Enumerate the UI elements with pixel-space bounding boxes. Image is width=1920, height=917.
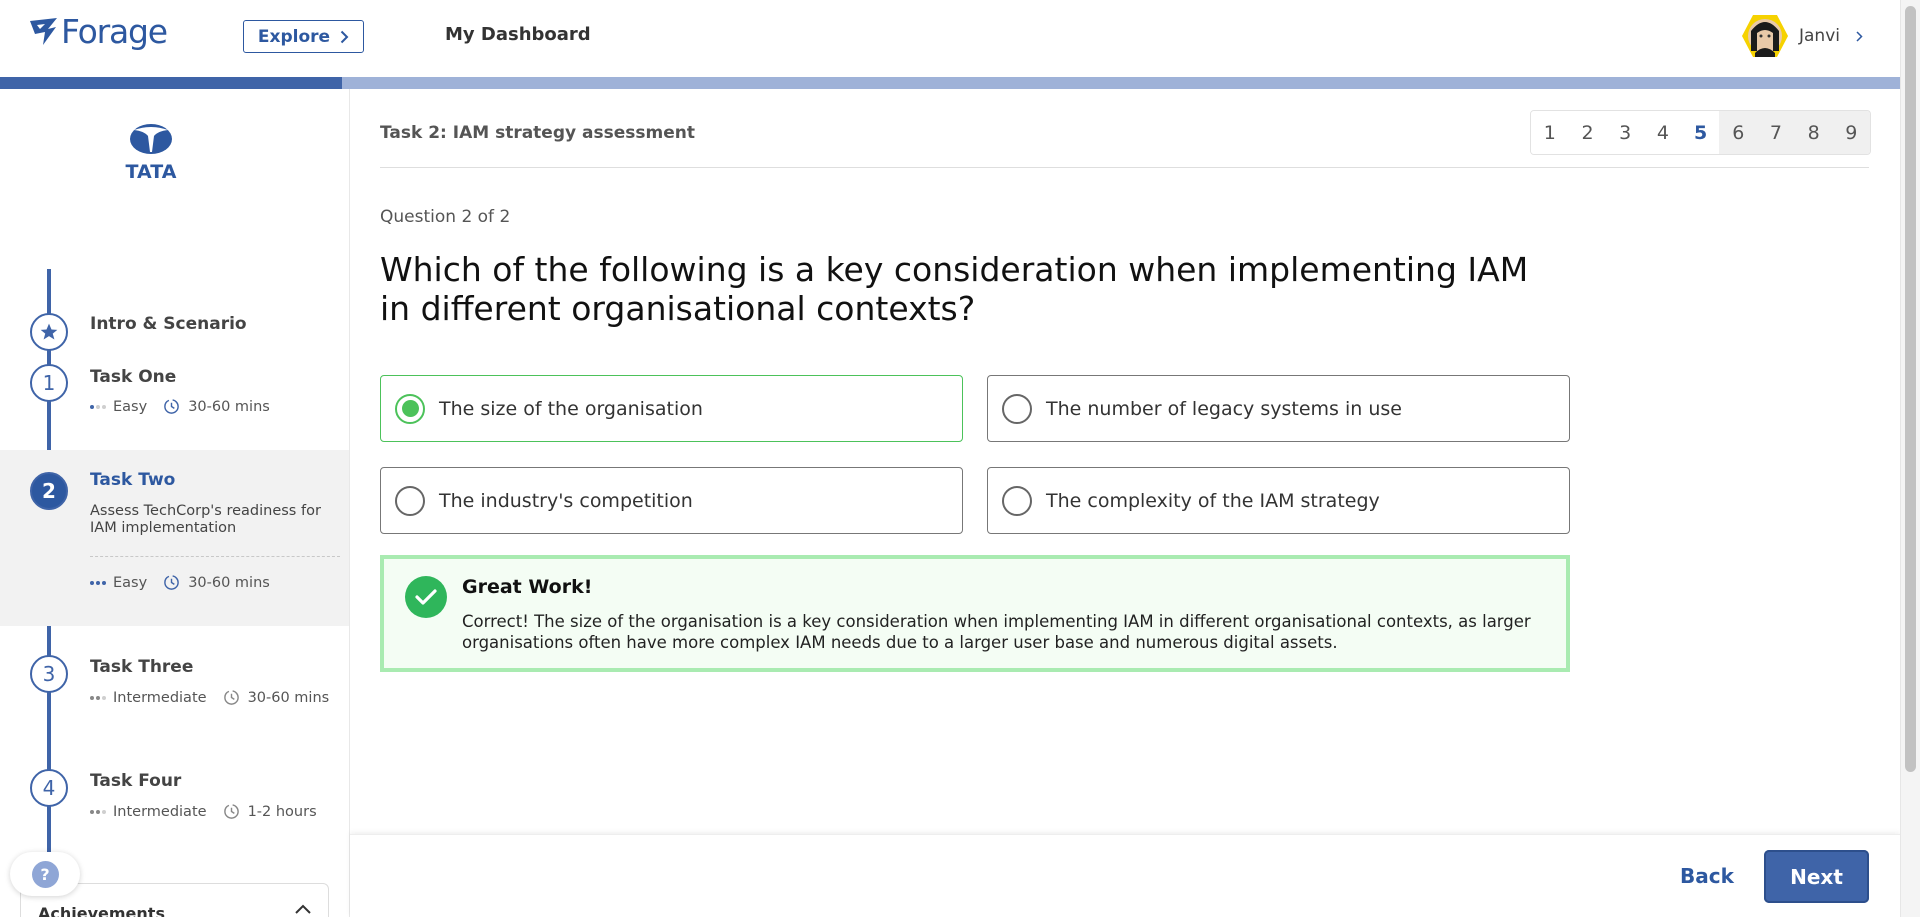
step-meta: Intermediate 30-60 mins bbox=[90, 689, 329, 706]
clock-icon bbox=[223, 804, 239, 819]
page-number[interactable]: 2 bbox=[1568, 111, 1607, 154]
radio-selected-dot bbox=[401, 400, 419, 417]
page-number[interactable]: 1 bbox=[1531, 111, 1569, 154]
page-number[interactable]: 8 bbox=[1794, 111, 1833, 154]
option-label: The industry's competition bbox=[439, 489, 693, 512]
forage-logo[interactable]: Forage bbox=[29, 12, 168, 51]
sidebar-step-task-four[interactable]: 4 Task Four Intermediate 1-2 hours bbox=[0, 763, 349, 859]
sidebar-step-intro[interactable]: Intro & Scenario bbox=[0, 249, 349, 351]
my-dashboard-link[interactable]: My Dashboard bbox=[445, 24, 591, 45]
step-title: Task Two bbox=[90, 470, 176, 490]
page-number[interactable]: 5 bbox=[1681, 111, 1720, 154]
step-title: Task Three bbox=[90, 657, 194, 677]
brand-name: Forage bbox=[61, 12, 168, 51]
answer-option[interactable]: The size of the organisation bbox=[380, 375, 963, 442]
divider bbox=[380, 167, 1869, 168]
difficulty-dots-icon bbox=[90, 695, 106, 700]
difficulty-dots-icon bbox=[90, 404, 106, 409]
next-button[interactable]: Next bbox=[1764, 850, 1869, 903]
achievements-label: Achievements bbox=[38, 904, 165, 917]
sidebar-step-task-one[interactable]: 1 Task One Easy 30-60 mins bbox=[0, 355, 349, 451]
difficulty-label: Intermediate bbox=[113, 803, 207, 820]
tata-logo: TATA bbox=[126, 124, 177, 182]
duration-label: 30-60 mins bbox=[188, 574, 270, 591]
answer-option[interactable]: The industry's competition bbox=[380, 467, 963, 534]
course-progress-bar bbox=[0, 77, 1900, 89]
option-label: The number of legacy systems in use bbox=[1046, 397, 1402, 420]
clock-icon bbox=[164, 575, 180, 590]
page-number[interactable]: 6 bbox=[1719, 111, 1758, 154]
step-meta: Easy 30-60 mins bbox=[90, 574, 270, 591]
explore-label: Explore bbox=[257, 26, 331, 47]
question-counter: Question 2 of 2 bbox=[380, 207, 511, 227]
task-title: Task 2: IAM strategy assessment bbox=[380, 123, 695, 143]
user-menu[interactable]: Janvi bbox=[1741, 13, 1863, 59]
step-meta: Easy 30-60 mins bbox=[90, 398, 270, 415]
check-circle-icon bbox=[405, 576, 447, 618]
progress-fill bbox=[0, 77, 342, 89]
forage-logo-icon bbox=[30, 17, 57, 45]
duration-label: 1-2 hours bbox=[247, 803, 317, 820]
question-text: Which of the following is a key consider… bbox=[380, 250, 1529, 328]
task-sidebar: TATA Intro & Scenario 1 Task One Easy 30… bbox=[0, 89, 350, 917]
radio-button[interactable] bbox=[395, 393, 425, 424]
step-circle: 2 bbox=[30, 472, 68, 510]
duration-label: 30-60 mins bbox=[188, 398, 270, 415]
back-button[interactable]: Back bbox=[1680, 864, 1734, 888]
clock-icon bbox=[223, 690, 239, 705]
help-icon: ? bbox=[31, 860, 59, 888]
difficulty-label: Intermediate bbox=[113, 689, 207, 706]
difficulty-label: Easy bbox=[113, 574, 148, 591]
page-number[interactable]: 7 bbox=[1757, 111, 1795, 154]
page-number[interactable]: 4 bbox=[1644, 111, 1682, 154]
sidebar-step-task-three[interactable]: 3 Task Three Intermediate 30-60 mins bbox=[0, 649, 349, 745]
feedback-body: Correct! The size of the organisation is… bbox=[462, 612, 1531, 652]
step-circle: 4 bbox=[30, 769, 68, 807]
radio-button[interactable] bbox=[1002, 485, 1032, 516]
step-title: Task One bbox=[90, 367, 177, 387]
feedback-panel: Great Work! Correct! The size of the org… bbox=[380, 555, 1570, 672]
step-circle: 3 bbox=[30, 655, 68, 693]
duration-label: 30-60 mins bbox=[247, 689, 330, 706]
bottom-action-bar bbox=[350, 834, 1900, 917]
scrollbar-thumb[interactable] bbox=[1905, 6, 1916, 772]
chevron-right-icon bbox=[340, 30, 349, 43]
clock-icon bbox=[164, 399, 180, 414]
question-pager: 123456789 bbox=[1530, 110, 1872, 155]
step-meta: Intermediate 1-2 hours bbox=[90, 803, 317, 820]
page-number[interactable]: 9 bbox=[1832, 111, 1871, 154]
star-icon bbox=[40, 323, 58, 340]
step-circle: 1 bbox=[30, 364, 68, 402]
step-circle bbox=[30, 313, 68, 351]
avatar bbox=[1742, 15, 1788, 57]
page-number[interactable]: 3 bbox=[1606, 111, 1645, 154]
radio-button[interactable] bbox=[1002, 393, 1032, 424]
answer-option[interactable]: The number of legacy systems in use bbox=[987, 375, 1570, 442]
top-navbar: Forage Explore My Dashboard Janvi bbox=[0, 0, 1900, 77]
help-button[interactable]: ? bbox=[10, 852, 80, 896]
difficulty-dots-icon bbox=[90, 809, 106, 814]
feedback-title: Great Work! bbox=[462, 576, 593, 598]
radio-button[interactable] bbox=[395, 485, 425, 516]
chevron-right-icon bbox=[1856, 30, 1863, 42]
user-name: Janvi bbox=[1799, 26, 1840, 46]
step-title: Task Four bbox=[90, 771, 182, 791]
difficulty-label: Easy bbox=[113, 398, 148, 415]
option-label: The complexity of the IAM strategy bbox=[1046, 489, 1380, 512]
difficulty-dots-icon bbox=[90, 580, 106, 585]
svg-text:TATA: TATA bbox=[126, 161, 177, 182]
answer-option[interactable]: The complexity of the IAM strategy bbox=[987, 467, 1570, 534]
explore-button[interactable]: Explore bbox=[243, 20, 364, 53]
sidebar-step-task-two[interactable]: 2 Task Two Assess TechCorp's readiness f… bbox=[0, 450, 349, 626]
chevron-up-icon bbox=[295, 904, 311, 914]
step-description: Assess TechCorp's readiness for IAM impl… bbox=[90, 503, 321, 536]
scrollbar[interactable] bbox=[1900, 0, 1920, 917]
step-divider bbox=[90, 556, 340, 557]
option-label: The size of the organisation bbox=[439, 397, 703, 420]
step-title: Intro & Scenario bbox=[90, 314, 247, 334]
